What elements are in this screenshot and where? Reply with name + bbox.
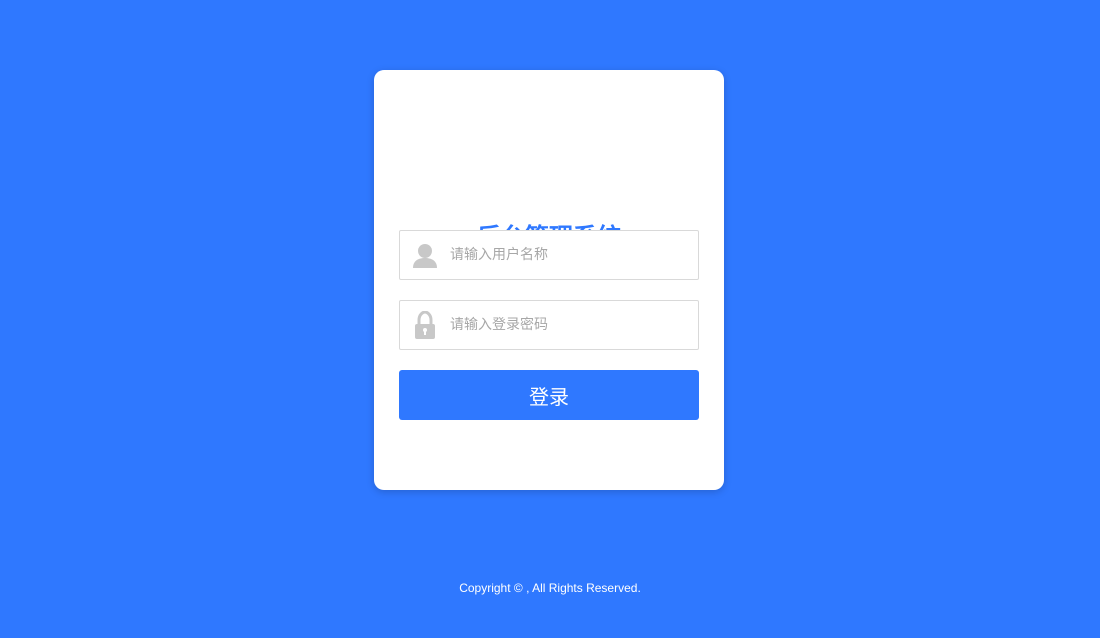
password-field[interactable] <box>399 300 699 350</box>
login-card: 后台管理系统 登录 <box>374 70 724 490</box>
password-input[interactable] <box>450 301 690 349</box>
user-icon <box>410 241 440 269</box>
lock-icon <box>410 310 440 339</box>
footer-copyright: Copyright © , All Rights Reserved. <box>459 581 641 595</box>
username-input[interactable] <box>450 231 690 279</box>
username-field[interactable] <box>399 230 699 280</box>
login-button[interactable]: 登录 <box>399 370 699 420</box>
